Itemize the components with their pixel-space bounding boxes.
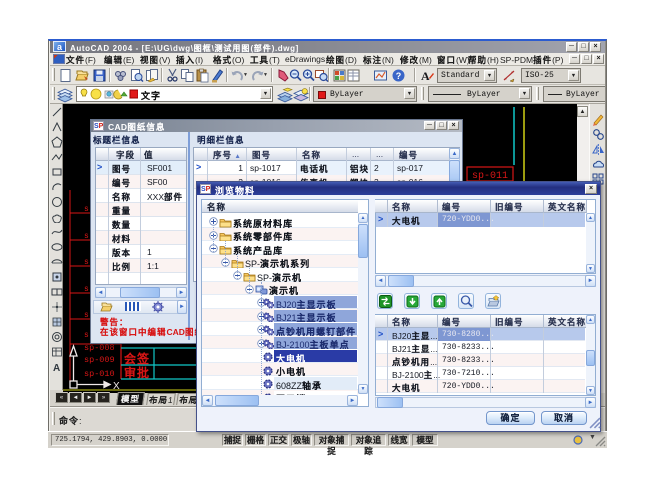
svg-text:s: s (84, 258, 89, 267)
svg-text:A: A (421, 69, 430, 83)
svg-text:sp-008: sp-008 (84, 343, 115, 353)
svg-text:会签: 会签 (124, 351, 150, 366)
svg-text:s: s (84, 311, 89, 320)
svg-text:?: ? (396, 71, 402, 81)
svg-text:s: s (84, 331, 89, 340)
svg-text:s: s (84, 205, 89, 214)
svg-text:审批: 审批 (124, 365, 150, 380)
svg-text:A: A (53, 363, 60, 373)
svg-text:sp-010: sp-010 (84, 369, 115, 379)
svg-text:sp-009: sp-009 (84, 355, 115, 365)
svg-text:s: s (84, 232, 89, 241)
svg-text:s: s (84, 285, 89, 294)
svg-text:X: X (113, 381, 120, 392)
